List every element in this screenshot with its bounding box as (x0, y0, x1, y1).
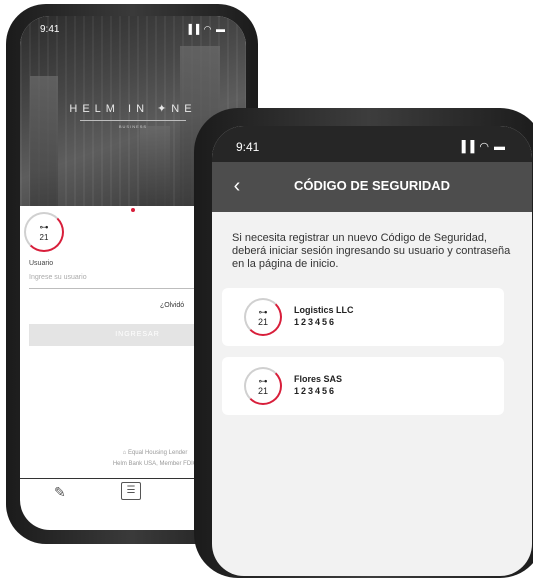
brand-logo: HELM IN ✦NE (69, 103, 197, 115)
status-icons: ▐▐ ◠ ▬ (457, 141, 506, 153)
building-shape (140, 126, 170, 206)
security-code: 123456 (294, 386, 337, 396)
status-time: 9:41 (40, 24, 60, 35)
security-code: 123456 (294, 317, 337, 327)
back-status-bar: 9:41 ▐▐ ◠ ▬ (36, 24, 226, 38)
header-bar: ‹ CÓDIGO DE SEGURIDAD (212, 162, 532, 212)
status-time: 9:41 (236, 140, 260, 154)
key-icon: ⊶ (258, 307, 268, 317)
badge-number: 21 (257, 317, 268, 327)
key-icon: ⊶ (258, 376, 268, 386)
forgot-password-link[interactable]: ¿Olvidó (160, 302, 184, 309)
page-title: CÓDIGO DE SEGURIDAD (293, 178, 450, 193)
company-name: Logistics LLC (294, 305, 354, 315)
building-shape (30, 76, 58, 206)
edit-icon[interactable]: ✎ (54, 484, 66, 501)
brand-divider (80, 120, 186, 121)
user-input[interactable]: Ingrese su usuario (29, 274, 199, 281)
company-card[interactable]: ⊶ 21 Flores SAS 123456 (222, 357, 504, 415)
key-badge: ⊶ 21 (244, 367, 282, 405)
info-text: Si necesita registrar un nuevo Código de… (232, 232, 511, 270)
user-label: Usuario (29, 260, 54, 267)
front-phone-screen: 9:41 ▐▐ ◠ ▬ ‹ CÓDIGO DE SEGURIDAD Si nec… (212, 126, 532, 576)
badge-number: 21 (39, 233, 49, 242)
security-badge: ⊶ 21 (20, 208, 70, 258)
id-card-icon[interactable]: ☰ (121, 482, 141, 500)
status-icons: ▐▐ ◠ ▬ (185, 24, 226, 34)
front-status-bar: 9:41 ▐▐ ◠ ▬ (212, 126, 532, 162)
page-indicator-dot (131, 208, 135, 212)
key-icon: ⊶ (39, 222, 49, 232)
company-card[interactable]: ⊶ 21 Logistics LLC 123456 (222, 288, 504, 346)
badge-number: 21 (257, 386, 268, 396)
key-badge: ⊶ 21 (244, 298, 282, 336)
company-name: Flores SAS (294, 374, 343, 384)
